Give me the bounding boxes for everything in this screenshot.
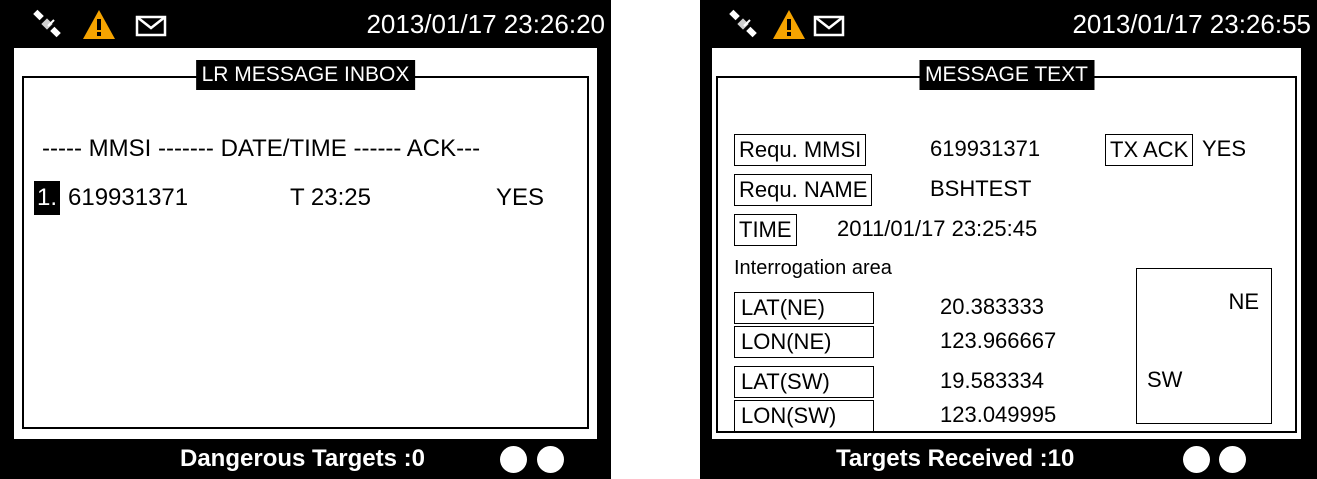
panel-title: MESSAGE TEXT: [919, 60, 1094, 90]
indicator-light: [537, 446, 564, 473]
lat-ne-label: LAT(NE): [734, 292, 874, 324]
inbox-column-header: ----- MMSI ------- DATE/TIME ------ ACK-…: [42, 135, 481, 162]
area-ne-label: NE: [1228, 289, 1259, 314]
status-footer: Dangerous Targets :0: [0, 439, 611, 479]
indicator-light: [1219, 446, 1246, 473]
requ-name-label: Requ. NAME: [734, 174, 873, 206]
indicator-light: [1183, 446, 1210, 473]
requ-mmsi-value: 619931371: [930, 136, 1041, 161]
satellite-icon: [726, 8, 760, 42]
satellite-icon: [30, 8, 64, 42]
lon-sw-value: 123.049995: [940, 402, 1057, 427]
dangerous-targets-count: Dangerous Targets :0: [180, 445, 425, 472]
requ-name-value: BSHTEST: [930, 176, 1032, 201]
inbox-frame: [22, 76, 589, 429]
panel-title: LR MESSAGE INBOX: [195, 60, 416, 90]
requ-mmsi-label: Requ. MMSI: [734, 134, 867, 166]
status-datetime: 2013/01/17 23:26:55: [1072, 9, 1311, 39]
warning-icon: [82, 8, 116, 42]
message-text-screen: 2013/01/17 23:26:55 MESSAGE TEXT Requ. M…: [700, 0, 1317, 479]
interrogation-area-box: NE SW: [1136, 268, 1272, 424]
status-datetime: 2013/01/17 23:26:20: [366, 9, 605, 39]
inbox-screen: 2013/01/17 23:26:20 LR MESSAGE INBOX ---…: [0, 0, 611, 479]
row-datetime: T 23:25: [290, 184, 371, 211]
indicator-light: [500, 446, 527, 473]
lon-sw-label: LON(SW): [734, 400, 874, 432]
lat-sw-label: LAT(SW): [734, 366, 874, 398]
lon-ne-value: 123.966667: [940, 328, 1057, 353]
message-panel: MESSAGE TEXT Requ. MMSI 619931371 TX ACK…: [712, 48, 1301, 439]
status-footer: Targets Received :10: [700, 439, 1317, 479]
tx-ack-label: TX ACK: [1105, 134, 1194, 166]
envelope-icon: [134, 8, 168, 42]
status-bar: 2013/01/17 23:26:20: [0, 0, 611, 48]
tx-ack-value: YES: [1202, 136, 1247, 161]
inbox-panel: LR MESSAGE INBOX ----- MMSI ------- DATE…: [14, 48, 597, 439]
row-ack: YES: [496, 184, 545, 211]
envelope-icon: [812, 8, 846, 42]
lat-sw-value: 19.583334: [940, 368, 1044, 393]
area-sw-label: SW: [1147, 367, 1183, 392]
time-label: TIME: [734, 214, 797, 246]
targets-received-count: Targets Received :10: [836, 445, 1075, 472]
lat-ne-value: 20.383333: [940, 294, 1044, 319]
warning-icon: [772, 8, 806, 42]
time-value: 2011/01/17 23:25:45: [837, 216, 1038, 241]
status-bar: 2013/01/17 23:26:55: [700, 0, 1317, 48]
lon-ne-label: LON(NE): [734, 326, 874, 358]
interrogation-area-heading: Interrogation area: [734, 257, 892, 279]
row-index-badge[interactable]: 1.: [34, 181, 61, 215]
row-mmsi: 619931371: [68, 184, 189, 211]
